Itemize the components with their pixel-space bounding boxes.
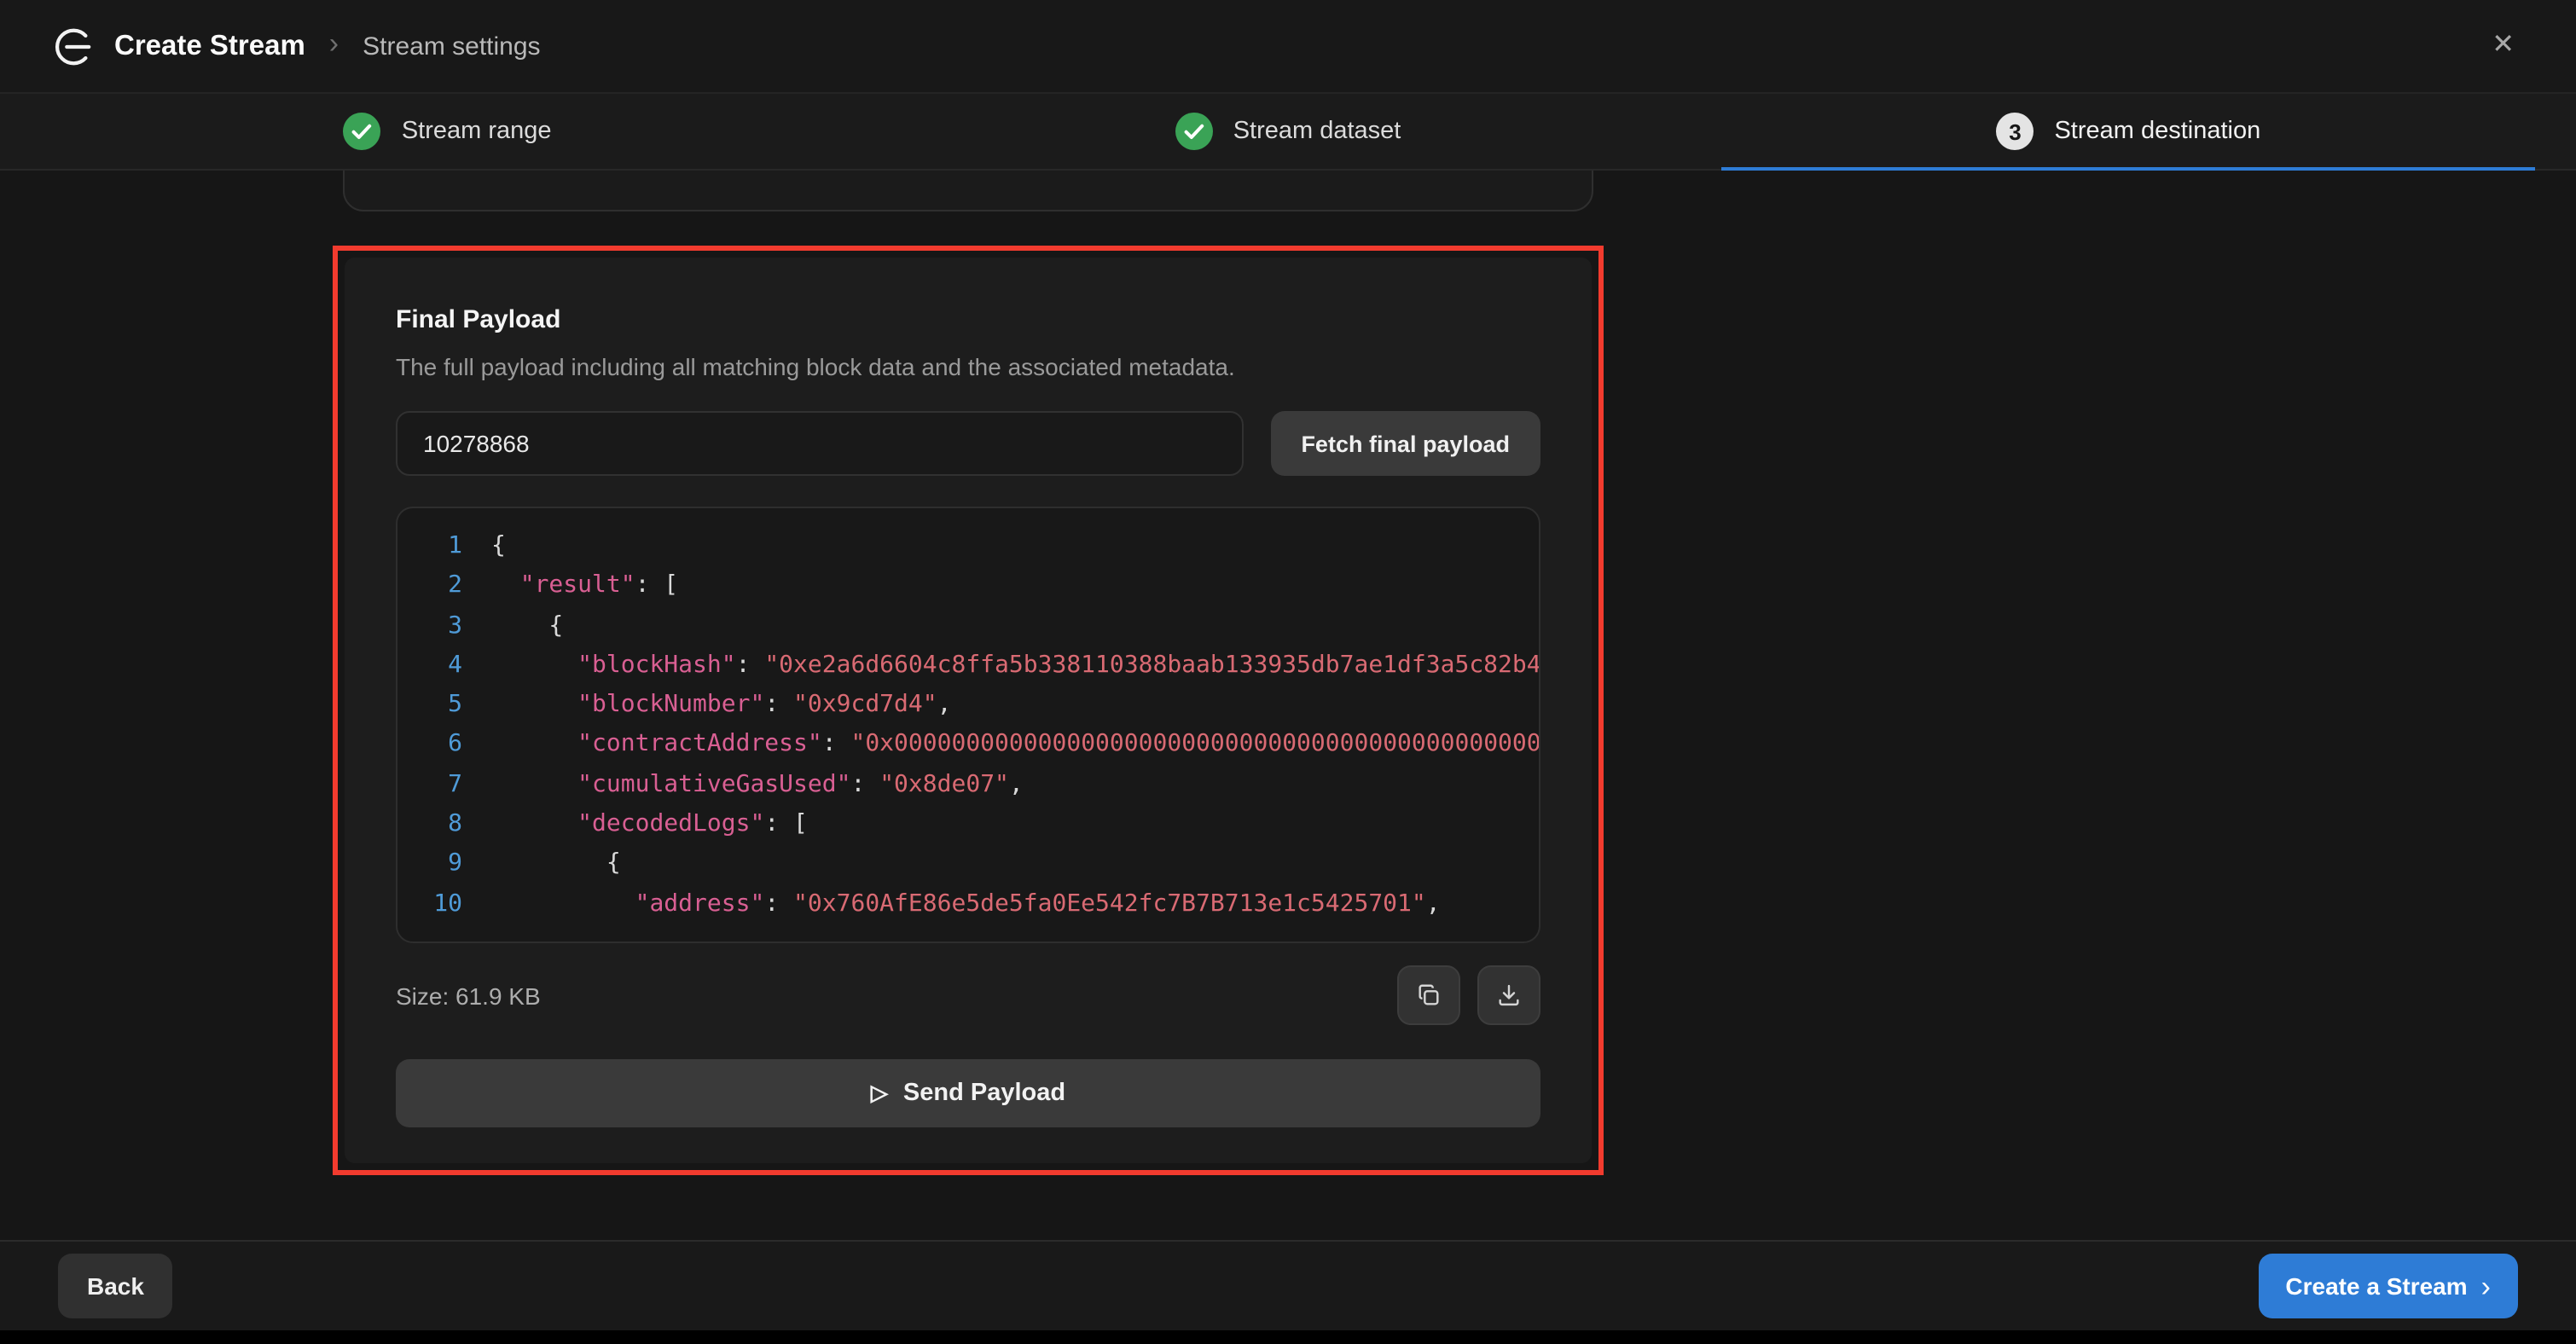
- step-stream-range[interactable]: Stream range: [27, 94, 867, 169]
- step-label: Stream dataset: [1233, 118, 1401, 145]
- section-description: The full payload including all matching …: [396, 353, 1540, 380]
- fetch-row: Fetch final payload: [396, 411, 1540, 476]
- previous-section-card: [343, 171, 1593, 211]
- size-row: Size: 61.9 KB: [396, 965, 1540, 1025]
- section-title: Final Payload: [396, 305, 1540, 334]
- chevron-right-icon: ›: [2481, 1272, 2491, 1301]
- download-button[interactable]: [1477, 965, 1540, 1025]
- step-stream-dataset[interactable]: Stream dataset: [867, 94, 1708, 169]
- app-logo-icon: [51, 25, 94, 67]
- code-lines: 1{2 "result": [3 {4 "blockHash": "0xe2a6…: [421, 527, 1539, 924]
- step-stream-destination[interactable]: 3 Stream destination: [1709, 94, 2549, 169]
- play-icon: ▷: [871, 1080, 888, 1107]
- payload-code-viewer[interactable]: 1{2 "result": [3 {4 "blockHash": "0xe2a6…: [396, 507, 1540, 943]
- close-button[interactable]: ✕: [2481, 22, 2525, 70]
- send-payload-button[interactable]: ▷ Send Payload: [396, 1059, 1540, 1127]
- check-circle-icon: [344, 113, 381, 150]
- final-payload-section: Final Payload The full payload including…: [345, 258, 1592, 1163]
- footer: Back Create a Stream ›: [0, 1240, 2576, 1330]
- create-stream-label: Create a Stream: [2285, 1272, 2467, 1300]
- highlight-outline: Final Payload The full payload including…: [333, 246, 1604, 1175]
- payload-size-label: Size: 61.9 KB: [396, 982, 541, 1009]
- topbar: Create Stream › Stream settings ✕: [0, 0, 2576, 94]
- download-icon: [1496, 982, 1522, 1008]
- fetch-final-payload-button[interactable]: Fetch final payload: [1270, 411, 1540, 476]
- send-payload-label: Send Payload: [903, 1080, 1065, 1107]
- breadcrumb-chevron-icon: ›: [329, 27, 339, 61]
- main-content: Final Payload The full payload including…: [0, 171, 2576, 1288]
- step-label: Stream range: [402, 118, 552, 145]
- page-title: Create Stream: [114, 30, 305, 62]
- close-icon: ✕: [2492, 31, 2515, 60]
- check-circle-icon: [1175, 113, 1213, 150]
- create-stream-window: Create Stream › Stream settings ✕ Stream…: [0, 0, 2576, 1330]
- copy-button[interactable]: [1397, 965, 1460, 1025]
- copy-icon: [1416, 982, 1442, 1008]
- breadcrumb-current: Stream settings: [363, 32, 540, 61]
- stepper: Stream range Stream dataset 3 Stream des…: [0, 94, 2576, 171]
- back-button[interactable]: Back: [58, 1254, 173, 1318]
- create-stream-button[interactable]: Create a Stream ›: [2258, 1254, 2518, 1318]
- step-label: Stream destination: [2054, 118, 2260, 145]
- block-number-input[interactable]: [396, 411, 1243, 476]
- step-number-badge: 3: [1996, 113, 2034, 150]
- stage: Create Stream › Stream settings ✕ Stream…: [0, 0, 2576, 1344]
